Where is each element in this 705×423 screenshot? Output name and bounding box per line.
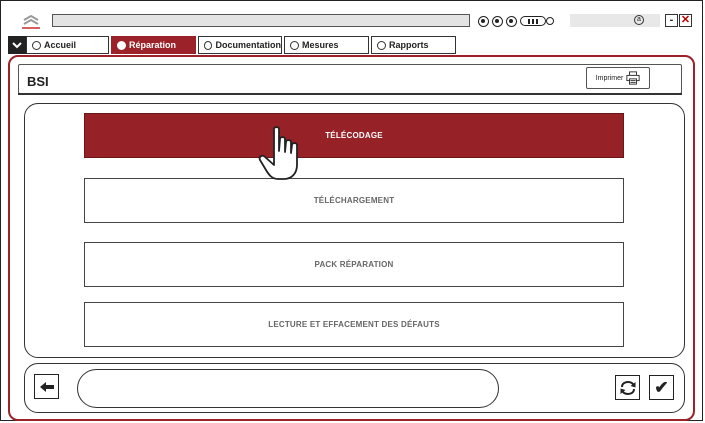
brand-logo <box>22 14 40 29</box>
option-pack-reparation[interactable]: PACK RÉPARATION <box>84 242 624 287</box>
print-button[interactable]: Imprimer <box>586 67 650 89</box>
tab-label: Rapports <box>389 40 429 50</box>
status-icon-1 <box>478 15 489 27</box>
back-button[interactable] <box>34 374 59 399</box>
tab-label: Accueil <box>44 40 77 50</box>
tab-label: Documentation <box>215 40 281 50</box>
tab-label: Réparation <box>129 40 177 50</box>
refresh-button[interactable] <box>615 375 640 400</box>
status-field <box>570 14 660 27</box>
option-telechargement[interactable]: TÉLÉCHARGEMENT <box>84 178 624 223</box>
option-label: TÉLÉCODAGE <box>325 131 383 140</box>
refresh-icon <box>620 380 635 395</box>
checkmark-icon: ✔ <box>654 378 669 397</box>
option-telecodage[interactable]: TÉLÉCODAGE <box>84 113 624 158</box>
tab-reparation[interactable]: Réparation <box>111 36 196 54</box>
close-button[interactable]: ✕ <box>679 14 692 27</box>
radio-icon <box>204 40 213 50</box>
battery-plug-icon <box>546 17 554 25</box>
message-field <box>77 369 499 408</box>
printer-icon <box>626 71 640 85</box>
status-icon-2 <box>492 15 503 27</box>
tab-bar: Accueil Réparation Documentation Mesures… <box>8 36 458 54</box>
tab-documentation[interactable]: Documentation <box>198 36 282 54</box>
menu-chevron-icon[interactable] <box>8 36 26 54</box>
header-divider <box>18 93 682 95</box>
radio-icon <box>117 40 126 50</box>
tab-mesures[interactable]: Mesures <box>284 36 369 54</box>
option-lecture-effacement-defauts[interactable]: LECTURE ET EFFACEMENT DES DÉFAUTS <box>84 302 624 347</box>
status-icons <box>478 13 554 29</box>
radio-icon <box>32 40 41 50</box>
arrow-left-icon <box>39 381 54 392</box>
confirm-button[interactable]: ✔ <box>649 375 674 400</box>
hand-pointer-icon <box>258 126 298 180</box>
print-label: Imprimer <box>595 74 624 82</box>
option-label: PACK RÉPARATION <box>314 260 394 269</box>
minimize-button[interactable]: - <box>665 14 678 27</box>
tab-label: Mesures <box>302 40 339 50</box>
page-title: BSI <box>27 74 49 89</box>
battery-icon <box>520 16 546 26</box>
option-label: LECTURE ET EFFACEMENT DES DÉFAUTS <box>268 320 440 329</box>
status-icon-3 <box>506 15 517 27</box>
info-icon[interactable]: a <box>634 15 644 25</box>
radio-icon <box>290 40 299 50</box>
radio-icon <box>377 40 386 50</box>
page-header: BSI Imprimer <box>18 64 682 94</box>
tab-rapports[interactable]: Rapports <box>371 36 456 54</box>
option-label: TÉLÉCHARGEMENT <box>313 196 395 205</box>
tab-accueil[interactable]: Accueil <box>26 36 109 54</box>
title-bar <box>52 14 470 27</box>
